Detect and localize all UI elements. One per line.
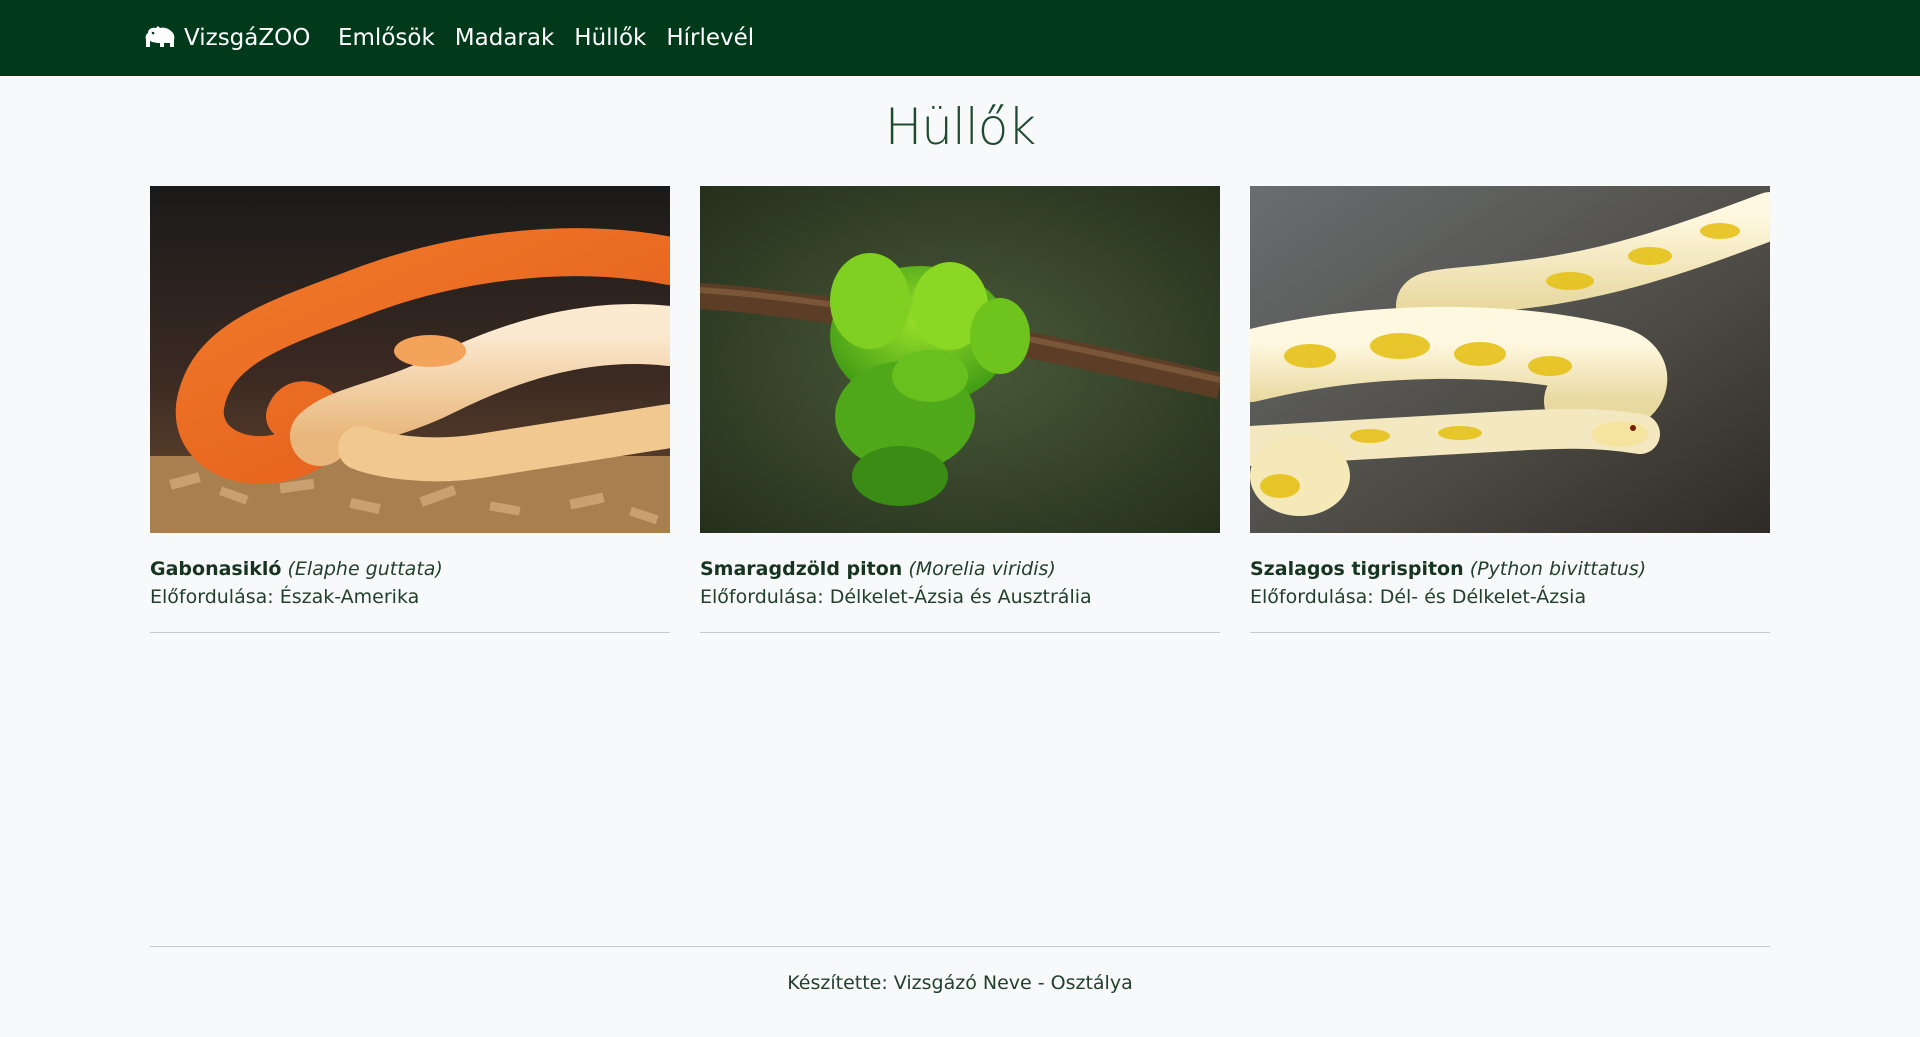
animal-card: Szalagos tigrispiton (Python bivittatus)… bbox=[1250, 186, 1770, 633]
nav-link-emlosok[interactable]: Emlősök bbox=[328, 0, 445, 76]
card-divider bbox=[150, 632, 670, 633]
albino-burmese-python-photo bbox=[1250, 186, 1770, 533]
animal-origin: Előfordulása: Észak-Amerika bbox=[150, 586, 420, 608]
orange-corn-snake-photo bbox=[150, 186, 670, 533]
green-tree-python-photo bbox=[700, 186, 1220, 533]
animal-name-line: Smaragdzöld piton (Morelia viridis) bbox=[700, 558, 1220, 580]
animal-name: Smaragdzöld piton bbox=[700, 558, 903, 580]
brand-name: VizsgáZOO bbox=[184, 25, 311, 51]
footer-credit: Készítette: Vizsgázó Neve - Osztálya bbox=[787, 972, 1133, 994]
animal-name-line: Szalagos tigrispiton (Python bivittatus) bbox=[1250, 558, 1770, 580]
animal-name: Szalagos tigrispiton bbox=[1250, 558, 1464, 580]
animal-name: Gabonasikló bbox=[150, 558, 282, 580]
animal-latin-name: (Python bivittatus) bbox=[1469, 558, 1647, 580]
animal-origin: Előfordulása: Dél- és Délkelet-Ázsia bbox=[1250, 586, 1587, 608]
footer-divider bbox=[150, 946, 1770, 947]
nav-link-hullok[interactable]: Hüllők bbox=[564, 0, 656, 76]
top-navbar: VizsgáZOO Emlősök Madarak Hüllők Hírlevé… bbox=[0, 0, 1920, 76]
nav-menu: Emlősök Madarak Hüllők Hírlevél bbox=[328, 0, 764, 76]
page-title: Hüllők bbox=[884, 98, 1037, 156]
animal-latin-name: (Morelia viridis) bbox=[908, 558, 1056, 580]
hippo-icon bbox=[145, 26, 175, 47]
animal-card: Gabonasikló (Elaphe guttata) Előfordulás… bbox=[150, 186, 670, 633]
animal-name-line: Gabonasikló (Elaphe guttata) bbox=[150, 558, 670, 580]
brand-link[interactable]: VizsgáZOO bbox=[144, 0, 310, 76]
nav-link-madarak[interactable]: Madarak bbox=[445, 0, 565, 76]
animal-origin: Előfordulása: Délkelet-Ázsia és Ausztrál… bbox=[700, 586, 1092, 608]
nav-link-hirlevel[interactable]: Hírlevél bbox=[656, 0, 764, 76]
animal-latin-name: (Elaphe guttata) bbox=[287, 558, 443, 580]
card-divider bbox=[700, 632, 1220, 633]
card-divider bbox=[1250, 632, 1770, 633]
animal-card: Smaragdzöld piton (Morelia viridis) Előf… bbox=[700, 186, 1220, 633]
